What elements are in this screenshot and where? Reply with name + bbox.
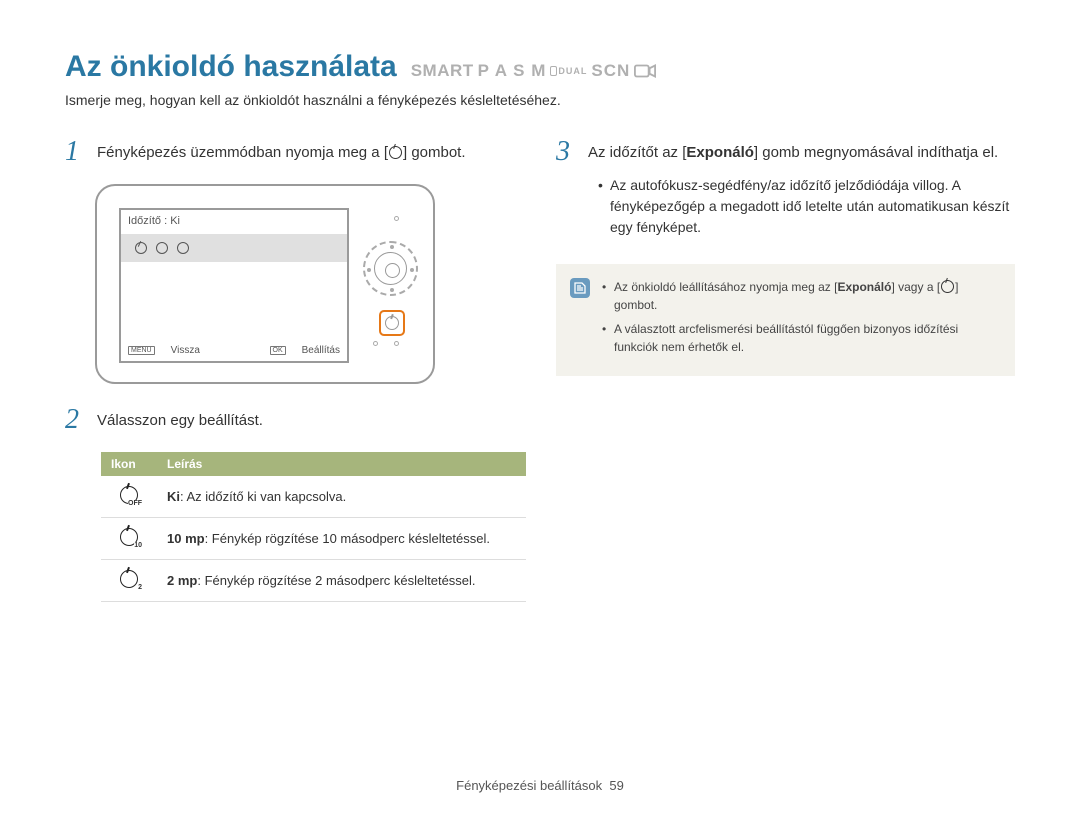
mode-dual-icon: DUAL: [550, 66, 587, 76]
timer-10-icon: 10: [120, 528, 138, 546]
lcd-set-label: Beállítás: [302, 345, 340, 356]
th-icon: Ikon: [101, 452, 157, 476]
page-footer: Fényképezési beállítások 59: [0, 778, 1080, 793]
hole-1: [394, 216, 399, 221]
timer-10-icon: [156, 242, 168, 254]
bullet-item: Az autofókusz-segédfény/az időzítő jelző…: [598, 175, 1015, 238]
timer-icon: [941, 280, 954, 293]
timer-icon: [389, 146, 402, 159]
th-desc: Leírás: [157, 452, 526, 476]
camera-diagram: Időzítő : Ki MENU Vissza OK Beállítás: [95, 184, 526, 384]
lcd-option-strip: [121, 234, 347, 262]
table-row: 2 2 mp: Fénykép rögzítése 2 másodperc ké…: [101, 560, 526, 602]
note-item: A választott arcfelismerési beállítástól…: [602, 320, 1001, 356]
mode-smart: SMART: [411, 61, 474, 81]
timer-off-icon: [135, 242, 147, 254]
step-number-2: 2: [65, 406, 85, 434]
step-3: 3 Az időzítőt az [Exponáló] gomb megnyom…: [556, 138, 1015, 242]
table-row: OFF Ki: Az időzítő ki van kapcsolva.: [101, 476, 526, 518]
lcd-screen: Időzítő : Ki MENU Vissza OK Beállítás: [119, 208, 349, 363]
right-column: 3 Az időzítőt az [Exponáló] gomb megnyom…: [556, 138, 1015, 602]
mode-row: SMART P A S M DUAL SCN: [411, 61, 657, 81]
left-column: 1 Fényképezés üzemmódban nyomja meg a []…: [65, 138, 526, 602]
content-columns: 1 Fényképezés üzemmódban nyomja meg a []…: [65, 138, 1015, 602]
step-2-text: Válasszon egy beállítást.: [97, 406, 263, 434]
footer-section: Fényképezési beállítások: [456, 778, 602, 793]
timer-2-icon: [177, 242, 189, 254]
timer-button-highlight: [379, 310, 405, 336]
timer-off-icon: OFF: [120, 486, 138, 504]
title-row: Az önkioldó használata SMART P A S M DUA…: [65, 50, 1015, 84]
step-number-3: 3: [556, 138, 576, 242]
menu-badge: MENU: [128, 346, 155, 355]
note-icon: [570, 278, 590, 298]
ok-badge: OK: [270, 346, 286, 355]
step-2: 2 Válasszon egy beállítást.: [65, 406, 526, 434]
note-box: Az önkioldó leállításához nyomja meg az …: [556, 264, 1015, 376]
table-row: 10 10 mp: Fénykép rögzítése 10 másodperc…: [101, 518, 526, 560]
options-table: Ikon Leírás OFF Ki: Az időzítő ki van ka…: [101, 452, 526, 602]
mode-letters: P A S M: [478, 61, 547, 81]
step-3-bullets: Az autofókusz-segédfény/az időzítő jelző…: [598, 175, 1015, 238]
step-1: 1 Fényképezés üzemmódban nyomja meg a []…: [65, 138, 526, 166]
lcd-bottom-bar: MENU Vissza OK Beállítás: [128, 345, 340, 356]
hole-3: [394, 341, 399, 346]
movie-icon: [634, 64, 656, 78]
hole-2: [373, 341, 378, 346]
step-1-text: Fényképezés üzemmódban nyomja meg a [] g…: [97, 138, 466, 166]
mode-scn: SCN: [591, 61, 630, 81]
note-item: Az önkioldó leállításához nyomja meg az …: [602, 278, 1001, 314]
nav-wheel: [363, 241, 418, 296]
page-title: Az önkioldó használata: [65, 50, 397, 84]
page-subtitle: Ismerje meg, hogyan kell az önkioldót ha…: [65, 92, 1015, 108]
note-list: Az önkioldó leállításához nyomja meg az …: [602, 278, 1001, 362]
footer-page-number: 59: [609, 778, 623, 793]
step-3-text: Az időzítőt az [Exponáló] gomb megnyomás…: [588, 138, 1015, 242]
lcd-back-label: Vissza: [171, 345, 200, 356]
step-number-1: 1: [65, 138, 85, 166]
timer-2-icon: 2: [120, 570, 138, 588]
lcd-title: Időzítő : Ki: [121, 210, 347, 232]
table-header-row: Ikon Leírás: [101, 452, 526, 476]
